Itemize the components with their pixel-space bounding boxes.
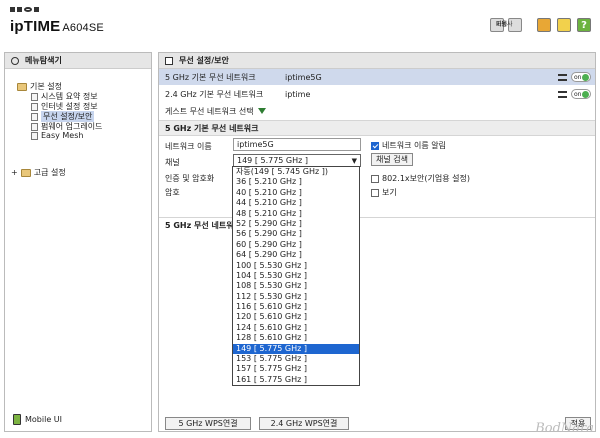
mobile-ui-link[interactable]: Mobile UI — [13, 414, 62, 425]
channel-option[interactable]: 161 [ 5.775 GHz ] — [233, 375, 359, 385]
channel-option[interactable]: 128 [ 5.610 GHz ] — [233, 333, 359, 343]
wps-2g-button[interactable]: 2.4 GHz WPS연결 — [259, 417, 349, 430]
folder-icon — [17, 82, 27, 91]
settings-icon — [165, 56, 173, 65]
checkbox-icon — [371, 174, 379, 183]
show-password-checkbox[interactable]: 보기 — [371, 187, 397, 198]
mobile-icon — [13, 414, 21, 425]
brand-logo: ipTIME A604SE — [10, 18, 104, 35]
channel-option[interactable]: 36 [ 5.210 GHz ] — [233, 177, 359, 187]
header-toolbar: 마법사 기능 ? 도움 — [490, 18, 592, 32]
watermark: BodNara — [535, 421, 594, 436]
tree-group-advanced[interactable]: + 고급 설정 — [11, 167, 66, 178]
broadcast-ssid-checkbox[interactable]: 네트워크 이름 알림 — [371, 140, 446, 151]
dot1x-checkbox[interactable]: 802.1x보안(기업용 설정) — [371, 173, 470, 184]
channel-option[interactable]: 116 [ 5.610 GHz ] — [233, 302, 359, 312]
page-icon — [31, 92, 38, 101]
channel-option[interactable]: 44 [ 5.210 GHz ] — [233, 198, 359, 208]
wifi-icon — [558, 73, 567, 81]
network-name-input[interactable]: iptime5G — [233, 138, 361, 151]
expand-icon: + — [11, 168, 18, 177]
expand-triangle-icon — [257, 107, 266, 114]
wizard-button[interactable]: 마법사 — [496, 18, 552, 32]
auth-label: 인증 및 암호화 — [165, 174, 215, 183]
tree-item-easy-mesh[interactable]: Easy Mesh — [31, 131, 83, 140]
help-icon: ? — [577, 18, 591, 32]
channel-option[interactable]: 48 [ 5.210 GHz ] — [233, 209, 359, 219]
features-icon — [557, 18, 571, 32]
wifi-toggle-2g[interactable]: on — [571, 89, 591, 99]
page-icon — [31, 112, 38, 121]
channel-option[interactable]: 64 [ 5.290 GHz ] — [233, 250, 359, 260]
help-button[interactable]: ? 도움 — [496, 18, 592, 32]
channel-option[interactable]: 153 [ 5.775 GHz ] — [233, 354, 359, 364]
folder-icon — [20, 168, 31, 177]
channel-option[interactable]: 104 [ 5.530 GHz ] — [233, 271, 359, 281]
section-header-5g: 5 GHz 기본 무선 네트워크 — [159, 120, 595, 136]
channel-option[interactable]: 52 [ 5.290 GHz ] — [233, 219, 359, 229]
page-icon — [31, 102, 38, 111]
password-label: 암호 — [165, 188, 180, 197]
menu-explorer: 메뉴탐색기 기본 설정 시스템 요약 정보 인터넷 설정 정보 무선 설정/보안… — [4, 52, 152, 432]
app-header: ipTIME A604SE 마법사 기능 ? 도움 — [0, 0, 600, 48]
main-panel: 무선 설정/보안 5 GHz 기본 무선 네트워크 iptime5G on 2.… — [158, 52, 596, 432]
network-row-5g[interactable]: 5 GHz 기본 무선 네트워크 iptime5G on — [159, 69, 595, 85]
wizard-icon — [537, 18, 551, 32]
channel-search-button[interactable]: 채널 검색 — [371, 153, 413, 166]
channel-label: 채널 — [165, 158, 180, 167]
channel-option[interactable]: 108 [ 5.530 GHz ] — [233, 281, 359, 291]
magnifier-icon — [11, 56, 19, 65]
guest-network-select[interactable]: 게스트 무선 네트워크 선택 — [159, 103, 595, 119]
channel-dropdown-list[interactable]: 자동(149 [ 5.745 GHz ]) 36 [ 5.210 GHz ] 40 … — [232, 166, 360, 386]
channel-option[interactable]: 112 [ 5.530 GHz ] — [233, 292, 359, 302]
wps-5g-button[interactable]: 5 GHz WPS연결 — [165, 417, 251, 430]
page-icon — [31, 131, 38, 140]
checkbox-icon — [371, 141, 379, 150]
model-name: A604SE — [62, 22, 104, 34]
channel-option[interactable]: 157 [ 5.775 GHz ] — [233, 364, 359, 374]
chevron-down-icon: ▼ — [351, 157, 357, 165]
features-button[interactable]: 기능 — [496, 18, 572, 32]
page-icon — [31, 122, 38, 131]
network-name-label: 네트워크 이름 — [165, 142, 212, 151]
menu-explorer-header: 메뉴탐색기 — [5, 53, 151, 69]
page-title-bar: 무선 설정/보안 — [159, 53, 595, 69]
channel-option[interactable]: 120 [ 5.610 GHz ] — [233, 312, 359, 322]
section-header-5g-advanced: 5 GHz 무선 네트워 — [159, 217, 595, 233]
channel-option[interactable]: 124 [ 5.610 GHz ] — [233, 323, 359, 333]
network-row-2g[interactable]: 2.4 GHz 기본 무선 네트워크 iptime on — [159, 86, 595, 102]
checkbox-icon — [371, 188, 379, 197]
channel-option[interactable]: 자동(149 [ 5.745 GHz ]) — [233, 167, 359, 177]
wifi-toggle-5g[interactable]: on — [571, 72, 591, 82]
channel-option[interactable]: 100 [ 5.530 GHz ] — [233, 261, 359, 271]
page-title: 무선 설정/보안 — [179, 56, 229, 65]
wifi-icon — [558, 90, 567, 98]
channel-option[interactable]: 56 [ 5.290 GHz ] — [233, 229, 359, 239]
brand-mark — [10, 7, 39, 12]
channel-option[interactable]: 40 [ 5.210 GHz ] — [233, 188, 359, 198]
channel-option[interactable]: 149 [ 5.775 GHz ] — [233, 343, 359, 355]
channel-option[interactable]: 60 [ 5.290 GHz ] — [233, 240, 359, 250]
